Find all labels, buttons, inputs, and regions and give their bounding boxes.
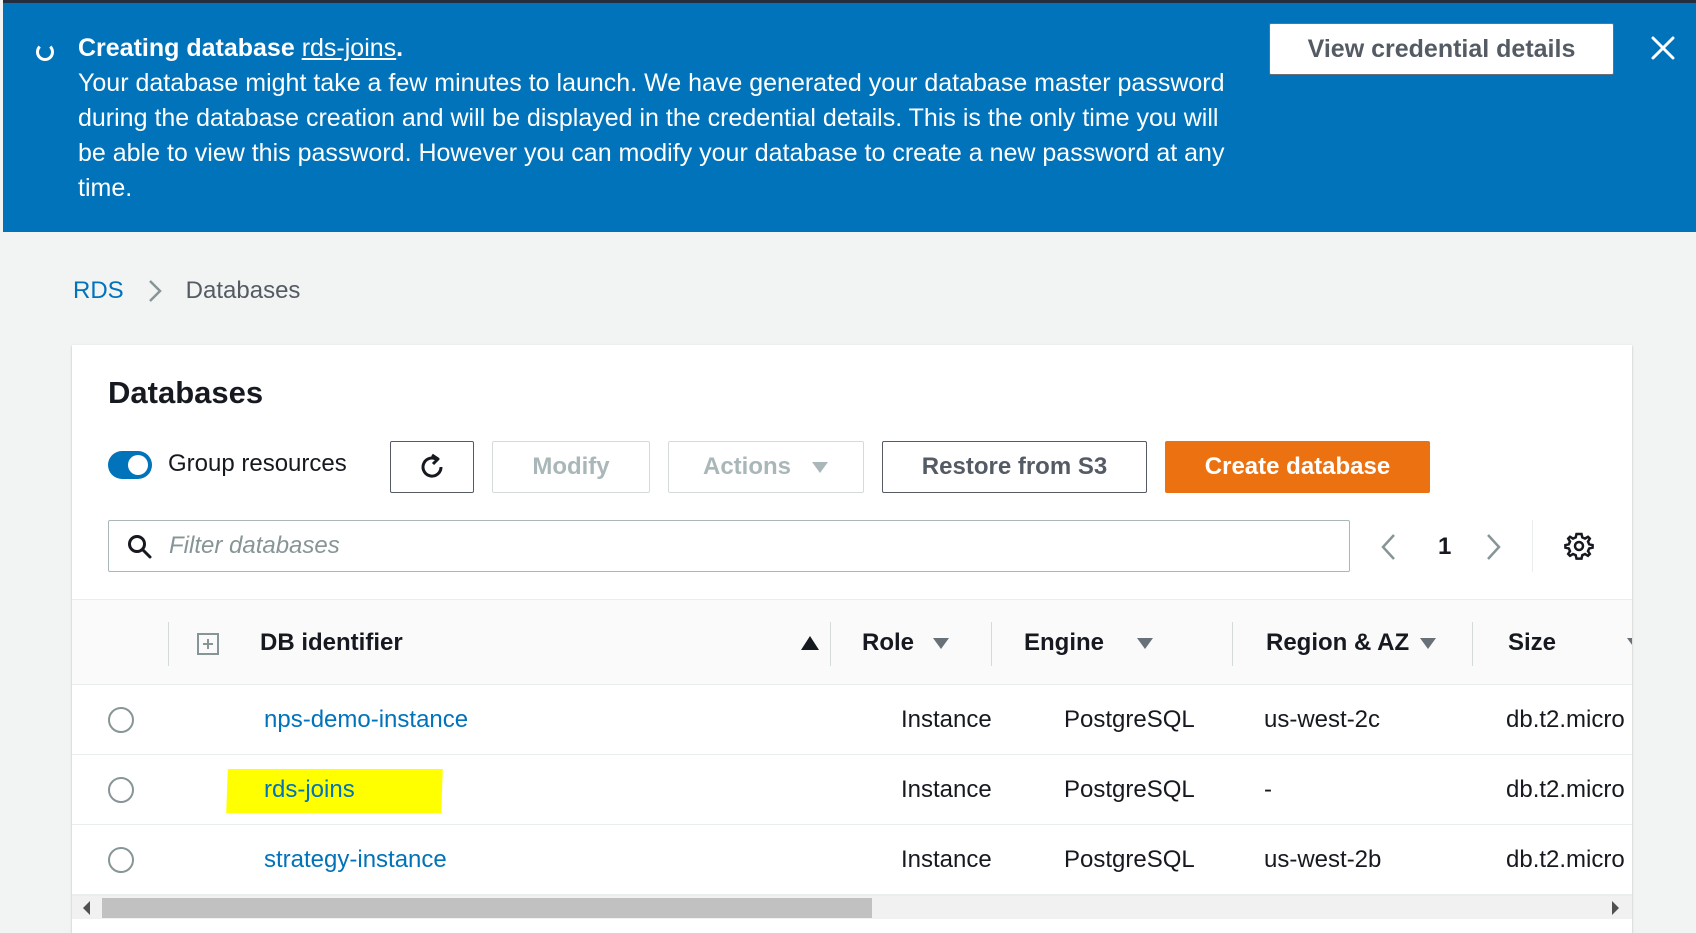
pager-divider	[1532, 520, 1533, 572]
sort-descending-icon	[932, 636, 950, 650]
row-select-radio[interactable]	[108, 707, 134, 733]
search-icon	[127, 534, 153, 565]
column-header-engine[interactable]: Engine	[1024, 600, 1154, 686]
breadcrumb-rds-link[interactable]: RDS	[73, 277, 124, 305]
banner-title: Creating database rds-joins.	[78, 34, 404, 62]
column-divider	[830, 622, 831, 666]
column-divider	[1232, 622, 1233, 666]
table-row[interactable]: nps-demo-instance Instance PostgreSQL us…	[72, 685, 1632, 755]
banner-db-link[interactable]: rds-joins	[302, 34, 396, 62]
loading-spinner-icon	[36, 43, 54, 61]
scrollbar-thumb[interactable]	[102, 898, 872, 918]
row-select-radio[interactable]	[108, 777, 134, 803]
column-header-region-az[interactable]: Region & AZ	[1266, 600, 1437, 686]
modify-button[interactable]: Modify	[492, 441, 650, 493]
chevron-right-icon	[1487, 534, 1501, 560]
role-cell: Instance	[901, 776, 992, 803]
column-header-role[interactable]: Role	[862, 600, 950, 686]
region-cell: us-west-2b	[1264, 846, 1382, 873]
previous-page-button[interactable]	[1380, 530, 1398, 564]
settings-gear-icon[interactable]	[1564, 531, 1594, 566]
horizontal-scrollbar[interactable]	[72, 895, 1632, 919]
group-resources-label: Group resources	[168, 450, 347, 477]
column-divider	[991, 622, 992, 666]
flash-banner: Creating database rds-joins. Your databa…	[3, 0, 1696, 232]
sort-descending-icon	[1136, 636, 1154, 650]
chevron-right-icon	[148, 278, 162, 304]
size-cell: db.t2.micro	[1506, 706, 1625, 733]
engine-cell: PostgreSQL	[1064, 846, 1195, 873]
column-divider	[1472, 622, 1473, 666]
banner-message: Your database might take a few minutes t…	[78, 69, 1225, 202]
size-cell: db.t2.micro	[1506, 846, 1625, 873]
filter-databases-input[interactable]	[169, 529, 1329, 563]
size-cell: db.t2.micro	[1506, 776, 1625, 803]
column-header-size[interactable]: Size	[1508, 600, 1632, 686]
expand-all-icon[interactable]	[196, 632, 220, 661]
db-identifier-link[interactable]: rds-joins	[264, 755, 355, 825]
engine-cell: PostgreSQL	[1064, 776, 1195, 803]
row-select-radio[interactable]	[108, 847, 134, 873]
role-cell: Instance	[901, 846, 992, 873]
role-cell: Instance	[901, 706, 992, 733]
scroll-left-arrow-icon[interactable]	[82, 900, 92, 916]
region-cell: us-west-2c	[1264, 706, 1381, 733]
actions-button[interactable]: Actions	[668, 441, 864, 493]
close-icon[interactable]	[1640, 25, 1686, 71]
next-page-button[interactable]	[1484, 530, 1502, 564]
table-row[interactable]: strategy-instance Instance PostgreSQL us…	[72, 825, 1632, 895]
column-header-db-identifier[interactable]: DB identifier	[260, 600, 820, 686]
column-divider	[168, 622, 169, 666]
caret-down-icon	[811, 460, 829, 474]
sort-descending-icon	[1626, 636, 1632, 650]
filter-databases-field[interactable]	[108, 520, 1350, 572]
panel-title: Databases	[108, 375, 264, 410]
sort-descending-icon	[1419, 636, 1437, 650]
group-resources-toggle[interactable]	[108, 451, 152, 479]
banner-text: Creating database rds-joins. Your databa…	[78, 31, 1238, 206]
breadcrumb-current: Databases	[185, 277, 301, 304]
page-number-button[interactable]: 1	[1438, 530, 1451, 564]
view-credential-details-button[interactable]: View credential details	[1269, 23, 1614, 75]
refresh-icon	[421, 453, 443, 478]
refresh-button[interactable]	[390, 441, 474, 493]
db-identifier-link[interactable]: nps-demo-instance	[264, 685, 468, 755]
databases-panel: Databases Group resources Modify Actions…	[72, 345, 1632, 933]
table-header: DB identifier Role Engine Region & AZ Si…	[72, 599, 1632, 685]
create-database-button[interactable]: Create database	[1165, 441, 1430, 493]
db-identifier-link[interactable]: strategy-instance	[264, 825, 447, 895]
scroll-right-arrow-icon[interactable]	[1610, 900, 1620, 916]
breadcrumb: RDS Databases	[73, 276, 300, 306]
table-row[interactable]: rds-joins Instance PostgreSQL - db.t2.mi…	[72, 755, 1632, 825]
restore-from-s3-button[interactable]: Restore from S3	[882, 441, 1147, 493]
chevron-left-icon	[1381, 534, 1395, 560]
engine-cell: PostgreSQL	[1064, 706, 1195, 733]
region-cell: -	[1264, 776, 1272, 803]
sort-ascending-icon	[800, 635, 820, 651]
